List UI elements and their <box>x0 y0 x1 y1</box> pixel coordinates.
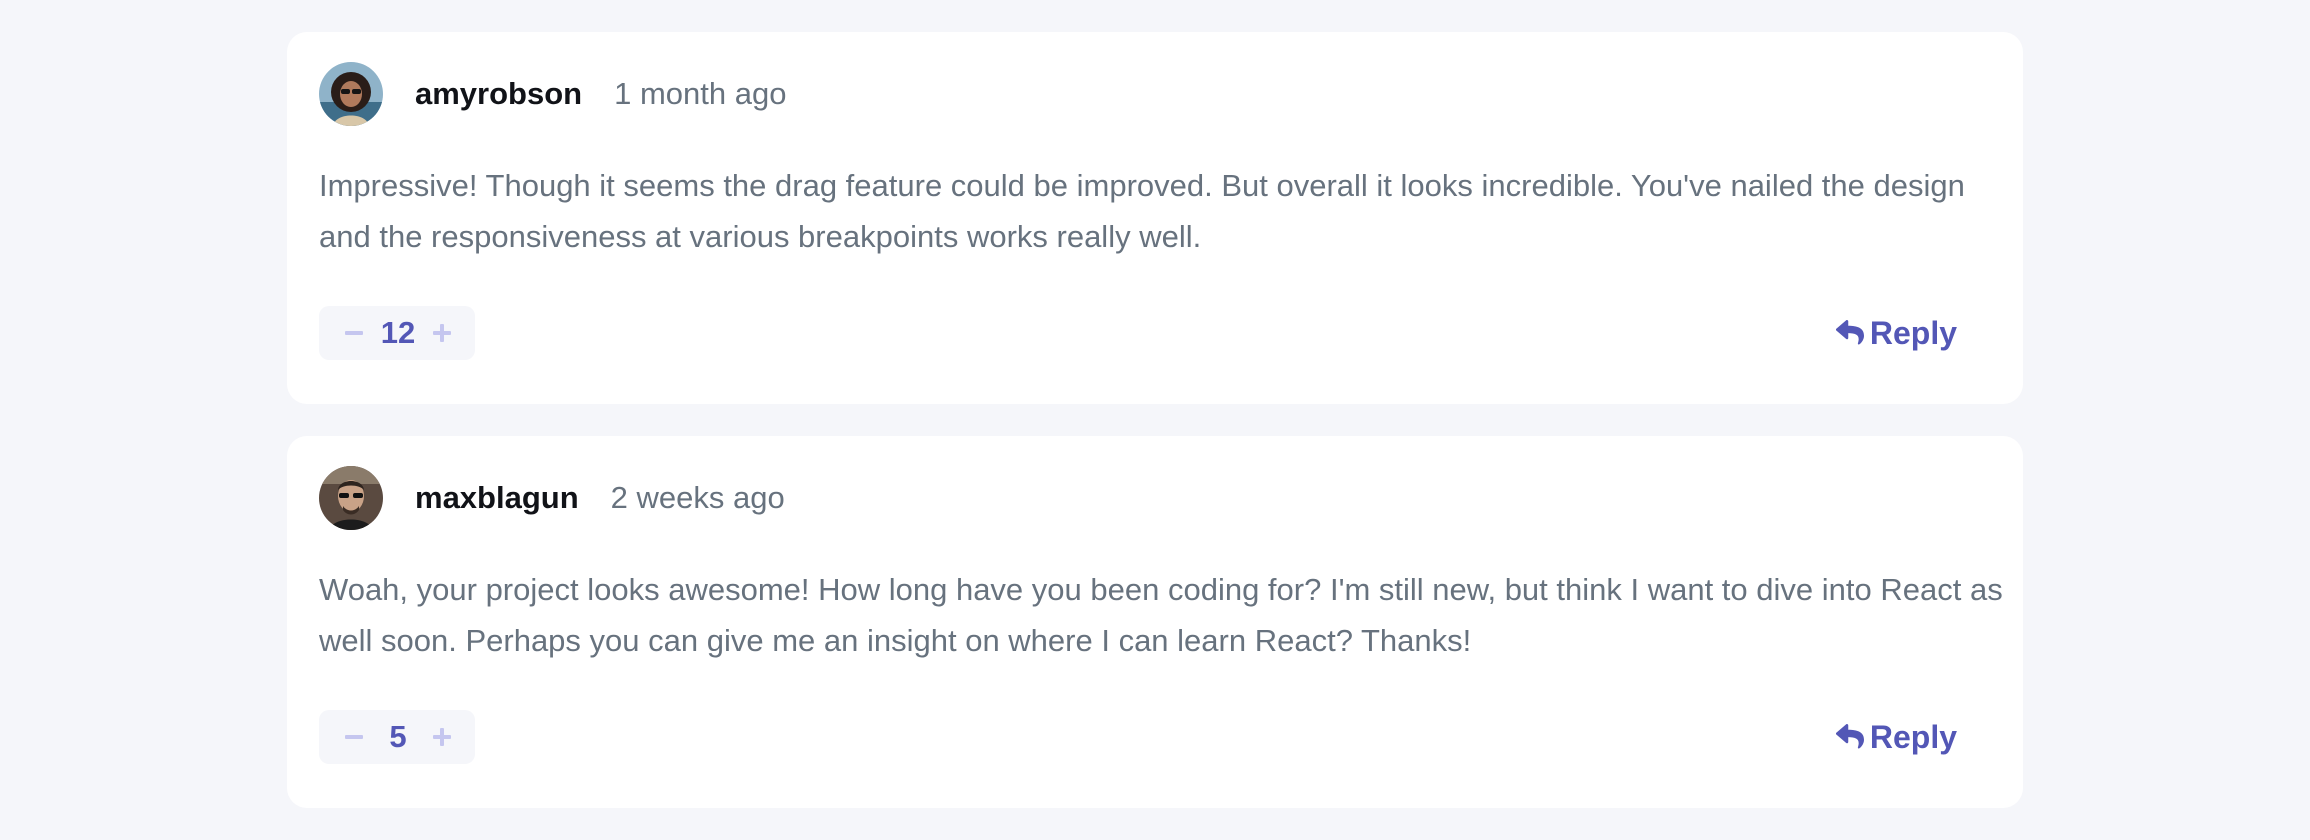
comment-card: maxblagun 2 weeks ago Woah, your project… <box>287 436 2023 808</box>
plus-icon <box>433 728 451 746</box>
avatar-image <box>319 62 383 126</box>
downvote-button[interactable] <box>343 726 365 748</box>
comment-card: amyrobson 1 month ago Impressive! Though… <box>287 32 2023 404</box>
reply-button[interactable]: Reply <box>1835 306 1957 360</box>
vote-counter: 5 <box>319 710 475 764</box>
comment-header: amyrobson 1 month ago <box>319 62 786 126</box>
minus-icon <box>345 331 363 335</box>
comment-timestamp: 1 month ago <box>614 76 787 111</box>
comment-timestamp: 2 weeks ago <box>610 480 785 515</box>
avatar <box>319 466 383 530</box>
upvote-button[interactable] <box>431 726 453 748</box>
downvote-button[interactable] <box>343 322 365 344</box>
upvote-button[interactable] <box>431 322 453 344</box>
comment-username: maxblagun <box>415 480 579 515</box>
comment-score: 12 <box>380 315 416 350</box>
comment-username: amyrobson <box>415 76 583 111</box>
reply-icon <box>1835 724 1864 749</box>
avatar-image <box>319 466 383 530</box>
comment-score: 5 <box>389 719 407 754</box>
comment-content: Woah, your project looks awesome! How lo… <box>319 572 2003 658</box>
plus-icon <box>432 324 451 342</box>
comment-header: maxblagun 2 weeks ago <box>319 466 785 530</box>
minus-icon <box>345 735 363 739</box>
avatar <box>319 62 383 126</box>
comments-list: amyrobson 1 month ago Impressive! Though… <box>287 32 2023 840</box>
reply-icon <box>1835 320 1864 345</box>
reply-label: Reply <box>1869 314 1957 351</box>
comment-content: Impressive! Though it seems the drag fea… <box>319 168 1965 254</box>
reply-label: Reply <box>1869 718 1957 755</box>
vote-counter: 12 <box>319 306 475 360</box>
reply-button[interactable]: Reply <box>1835 710 1957 764</box>
